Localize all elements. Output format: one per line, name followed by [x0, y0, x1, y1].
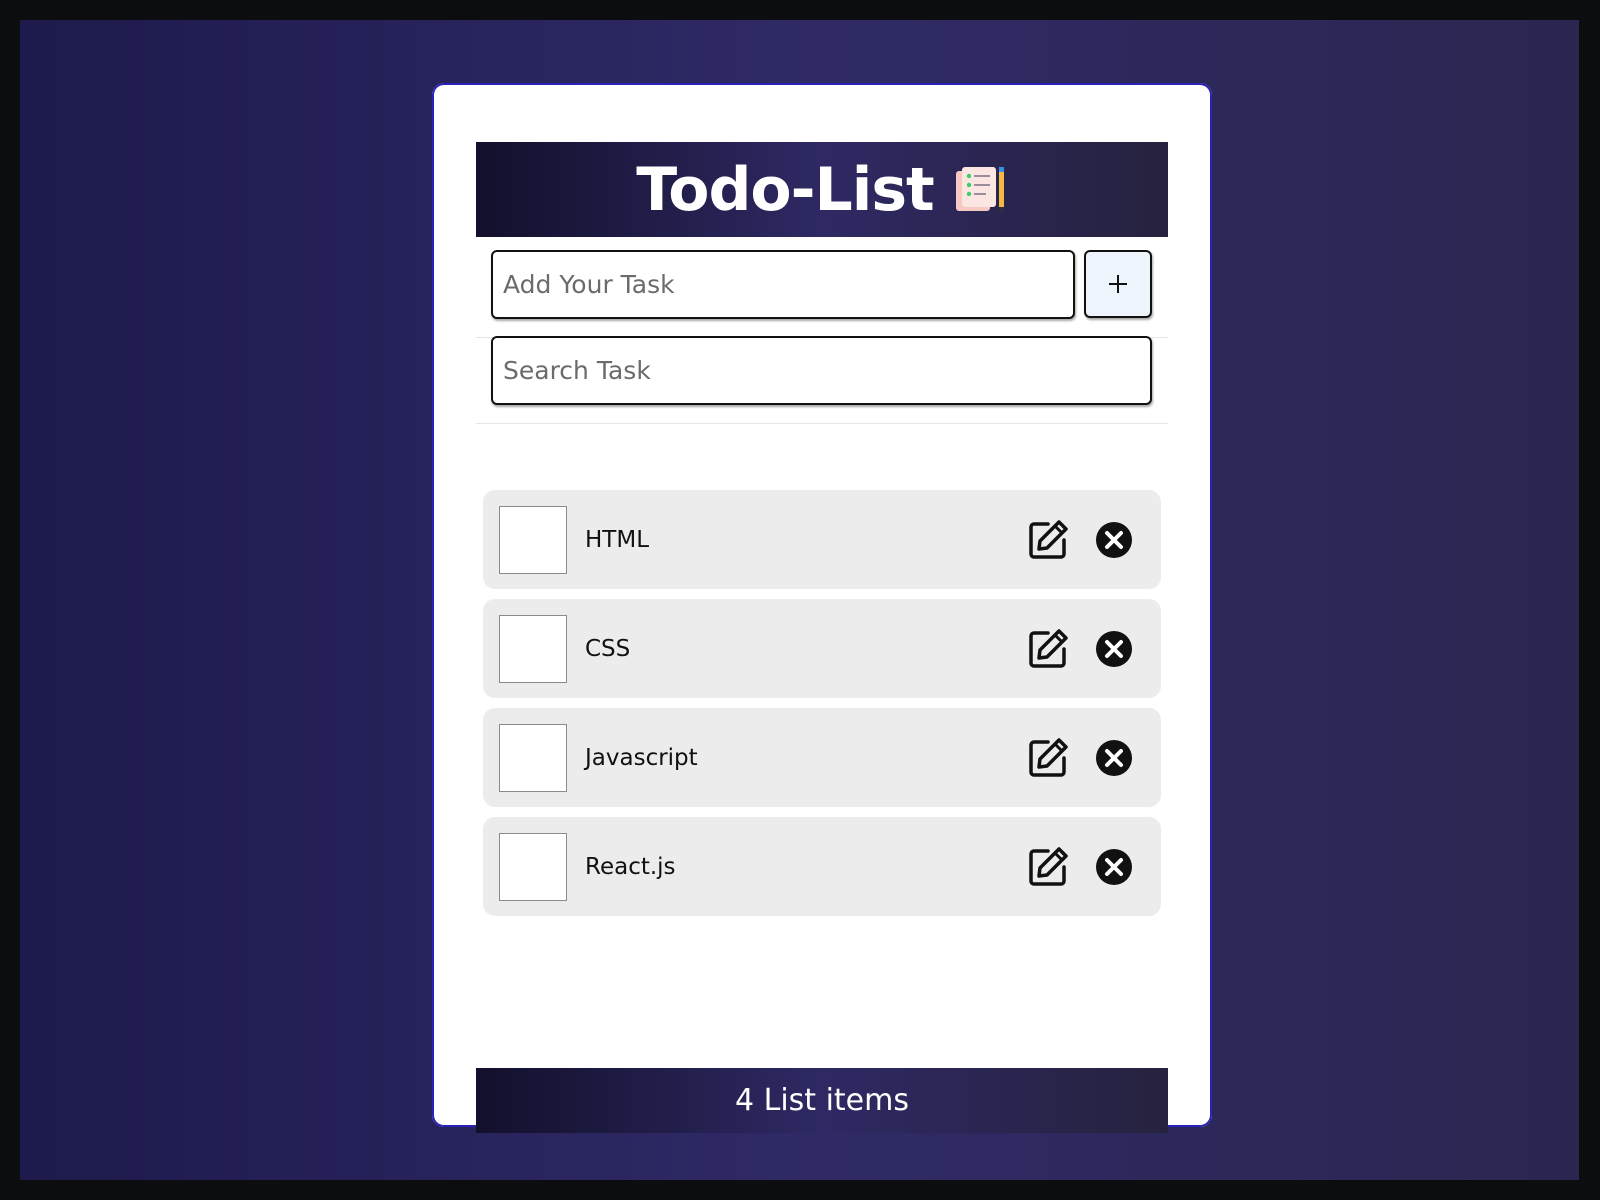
task-label: HTML: [585, 526, 650, 553]
edit-icon[interactable]: [1026, 736, 1070, 780]
task-label: CSS: [585, 635, 631, 662]
add-task-button[interactable]: [1084, 250, 1152, 318]
add-task-input[interactable]: [491, 250, 1075, 319]
item-count-text: 4 List items: [734, 1083, 909, 1118]
todo-card: Todo-List Add Your Task Search Task HTML…: [432, 83, 1212, 1133]
close-circle-icon[interactable]: [1095, 848, 1133, 886]
task-checkbox[interactable]: [499, 833, 567, 901]
task-checkbox[interactable]: [499, 724, 567, 792]
close-circle-icon[interactable]: [1095, 521, 1133, 559]
task-checkbox[interactable]: [499, 615, 567, 683]
list-item: CSS: [483, 599, 1161, 698]
close-circle-icon[interactable]: [1095, 630, 1133, 668]
close-circle-icon[interactable]: [1095, 739, 1133, 777]
task-label: React.js: [585, 853, 676, 880]
task-label: Javascript: [585, 744, 698, 771]
divider: [476, 423, 1168, 424]
footer-count-bar: 4 List items: [476, 1068, 1168, 1133]
list-item: React.js: [483, 817, 1161, 916]
task-checkbox[interactable]: [499, 506, 567, 574]
plus-icon: [1109, 275, 1127, 293]
page-background: Todo-List Add Your Task Search Task HTML…: [20, 20, 1579, 1180]
list-item: Javascript: [483, 708, 1161, 807]
search-input[interactable]: [491, 336, 1152, 405]
edit-icon[interactable]: [1026, 627, 1070, 671]
edit-icon[interactable]: [1026, 845, 1070, 889]
list-item: HTML: [483, 490, 1161, 589]
edit-icon[interactable]: [1026, 518, 1070, 562]
task-list: HTML CSS Javascript React.js: [483, 490, 1161, 926]
